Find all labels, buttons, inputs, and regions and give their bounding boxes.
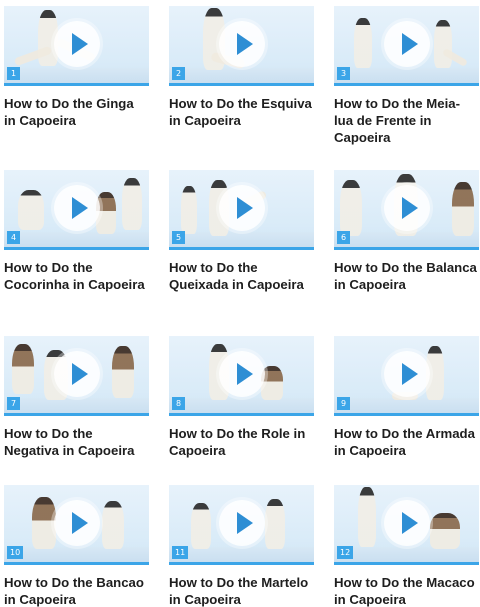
play-icon[interactable] <box>383 351 430 397</box>
video-thumbnail[interactable]: 5 <box>169 170 314 250</box>
thumbnail-accent-bar <box>169 83 314 86</box>
video-thumbnail[interactable]: 7 <box>4 336 149 416</box>
video-thumbnail[interactable]: 10 <box>4 485 149 565</box>
thumbnail-accent-bar <box>4 247 149 250</box>
play-icon[interactable] <box>383 185 430 231</box>
video-number-badge: 3 <box>337 67 350 80</box>
video-title[interactable]: How to Do the Negativa in Capoeira <box>4 425 149 459</box>
video-card[interactable]: 11 How to Do the Martelo in Capoeira <box>169 485 314 607</box>
video-number-badge: 6 <box>337 231 350 244</box>
thumbnail-accent-bar <box>169 247 314 250</box>
video-title[interactable]: How to Do the Martelo in Capoeira <box>169 574 314 607</box>
video-thumbnail[interactable]: 4 <box>4 170 149 250</box>
video-card[interactable]: 9 How to Do the Armada in Capoeira <box>334 336 479 459</box>
thumbnail-accent-bar <box>334 562 479 565</box>
video-title[interactable]: How to Do the Cocorinha in Capoeira <box>4 259 149 293</box>
video-number-badge: 10 <box>7 546 24 559</box>
video-title[interactable]: How to Do the Queixada in Capoeira <box>169 259 314 293</box>
thumbnail-accent-bar <box>169 562 314 565</box>
video-title[interactable]: How to Do the Ginga in Capoeira <box>4 95 149 129</box>
play-icon[interactable] <box>53 21 100 67</box>
video-number-badge: 1 <box>7 67 20 80</box>
play-icon[interactable] <box>53 185 100 231</box>
video-title[interactable]: How to Do the Meia-lua de Frente in Capo… <box>334 95 479 146</box>
video-card[interactable]: 4 How to Do the Cocorinha in Capoeira <box>4 170 149 293</box>
video-number-badge: 8 <box>172 397 185 410</box>
performer-figure <box>122 178 142 230</box>
video-title[interactable]: How to Do the Armada in Capoeira <box>334 425 479 459</box>
thumbnail-accent-bar <box>4 562 149 565</box>
performer-figure <box>358 487 376 547</box>
video-number-badge: 12 <box>337 546 354 559</box>
performer-figure <box>12 344 34 394</box>
thumbnail-accent-bar <box>4 83 149 86</box>
video-card[interactable]: 1 How to Do the Ginga in Capoeira <box>4 6 149 129</box>
performer-figure <box>452 182 474 236</box>
performer-figure <box>354 18 372 68</box>
thumbnail-accent-bar <box>4 413 149 416</box>
play-icon[interactable] <box>218 21 265 67</box>
video-thumbnail[interactable]: 12 <box>334 485 479 565</box>
performer-figure <box>181 186 197 234</box>
thumbnail-accent-bar <box>169 413 314 416</box>
video-thumbnail[interactable]: 11 <box>169 485 314 565</box>
performer-figure <box>434 20 452 68</box>
video-thumbnail[interactable]: 9 <box>334 336 479 416</box>
video-card[interactable]: 7 How to Do the Negativa in Capoeira <box>4 336 149 459</box>
play-icon[interactable] <box>383 21 430 67</box>
video-number-badge: 11 <box>172 546 189 559</box>
video-title[interactable]: How to Do the Bancao in Capoeira <box>4 574 149 607</box>
video-card[interactable]: 2 How to Do the Esquiva in Capoeira <box>169 6 314 129</box>
performer-figure <box>18 190 44 230</box>
video-card[interactable]: 10 How to Do the Bancao in Capoeira <box>4 485 149 607</box>
performer-figure <box>340 180 362 236</box>
video-grid: 1 How to Do the Ginga in Capoeira 2 How … <box>0 0 480 607</box>
video-title[interactable]: How to Do the Esquiva in Capoeira <box>169 95 314 129</box>
video-title[interactable]: How to Do the Balanca in Capoeira <box>334 259 479 293</box>
play-icon[interactable] <box>383 500 430 546</box>
video-number-badge: 9 <box>337 397 350 410</box>
video-title[interactable]: How to Do the Macaco in Capoeira <box>334 574 479 607</box>
video-number-badge: 2 <box>172 67 185 80</box>
video-thumbnail[interactable]: 2 <box>169 6 314 86</box>
play-icon[interactable] <box>218 500 265 546</box>
play-icon[interactable] <box>53 500 100 546</box>
thumbnail-accent-bar <box>334 247 479 250</box>
thumbnail-accent-bar <box>334 83 479 86</box>
play-icon[interactable] <box>53 351 100 397</box>
video-thumbnail[interactable]: 6 <box>334 170 479 250</box>
video-card[interactable]: 12 How to Do the Macaco in Capoeira <box>334 485 479 607</box>
thumbnail-accent-bar <box>334 413 479 416</box>
video-thumbnail[interactable]: 3 <box>334 6 479 86</box>
video-number-badge: 4 <box>7 231 20 244</box>
performer-figure <box>112 346 134 398</box>
performer-figure <box>191 503 211 549</box>
video-card[interactable]: 6 How to Do the Balanca in Capoeira <box>334 170 479 293</box>
video-number-badge: 7 <box>7 397 20 410</box>
video-thumbnail[interactable]: 1 <box>4 6 149 86</box>
video-number-badge: 5 <box>172 231 185 244</box>
video-card[interactable]: 5 How to Do the Queixada in Capoeira <box>169 170 314 293</box>
video-thumbnail[interactable]: 8 <box>169 336 314 416</box>
performer-figure <box>430 513 460 549</box>
play-icon[interactable] <box>218 351 265 397</box>
video-card[interactable]: 8 How to Do the Role in Capoeira <box>169 336 314 459</box>
performer-figure <box>32 497 56 549</box>
video-title[interactable]: How to Do the Role in Capoeira <box>169 425 314 459</box>
video-card[interactable]: 3 How to Do the Meia-lua de Frente in Ca… <box>334 6 479 146</box>
performer-figure <box>265 499 285 549</box>
performer-figure <box>102 501 124 549</box>
play-icon[interactable] <box>218 185 265 231</box>
